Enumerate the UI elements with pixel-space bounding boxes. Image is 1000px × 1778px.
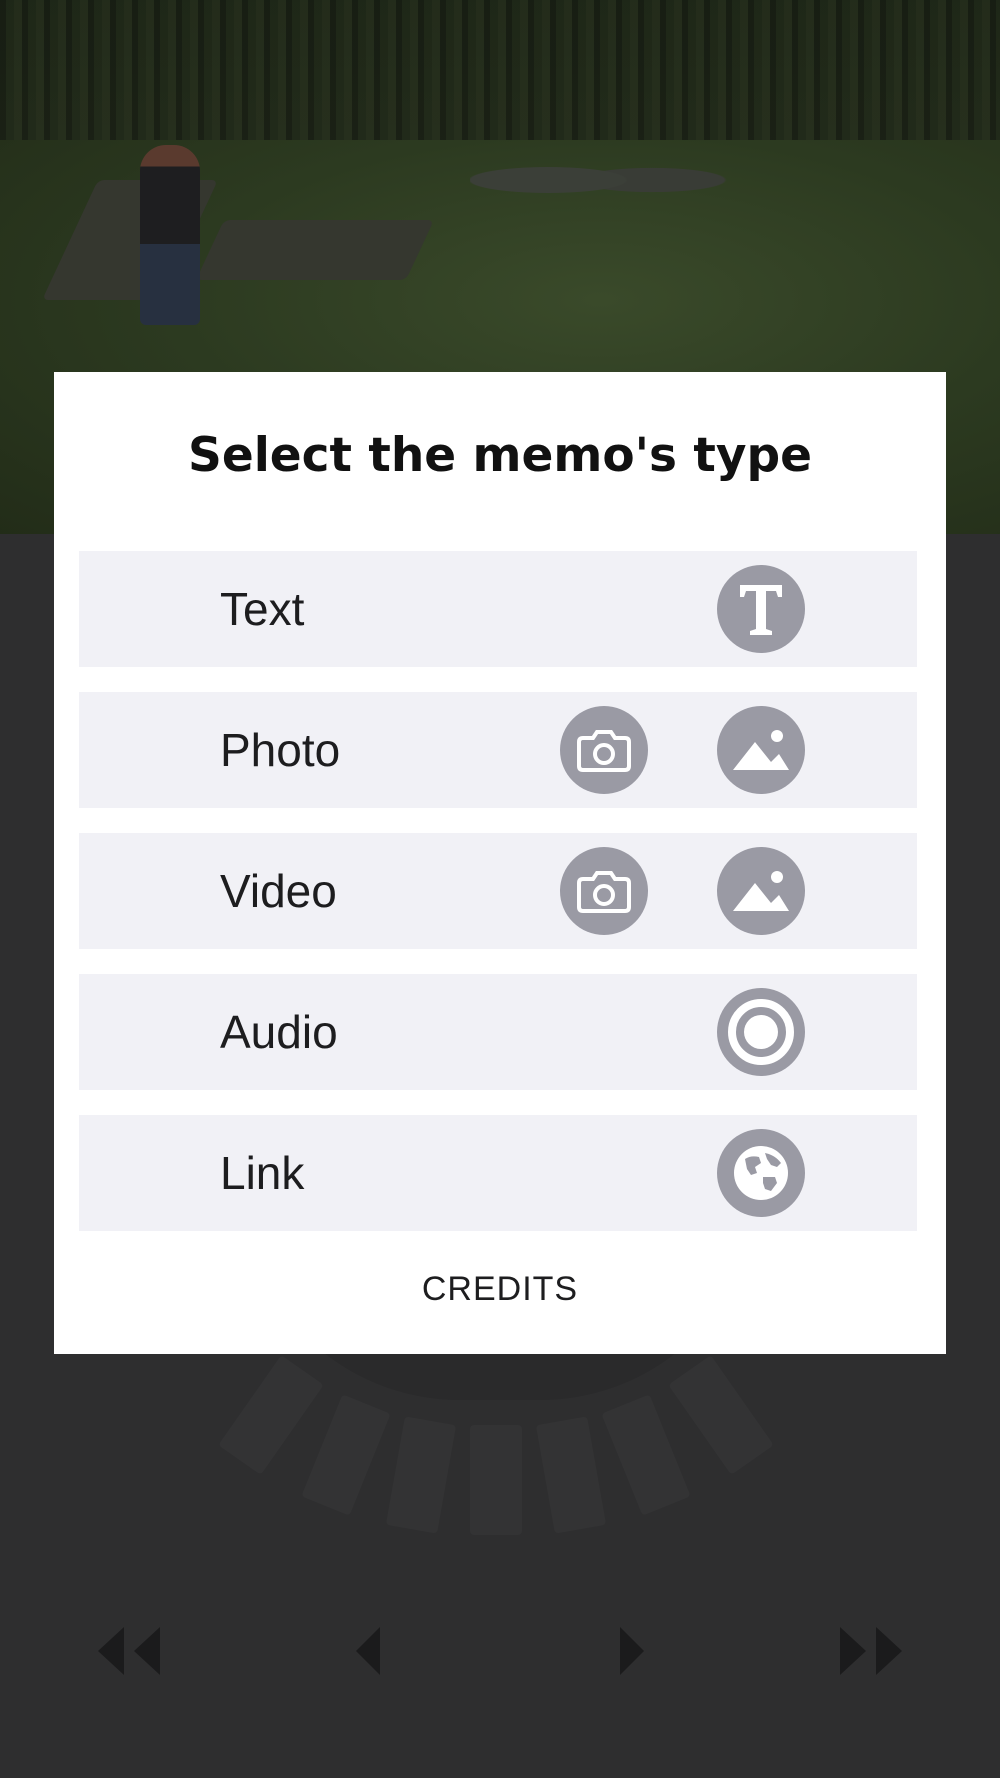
next-icon: [620, 1627, 644, 1675]
video-camera-button[interactable]: [560, 847, 648, 935]
next-button[interactable]: [616, 1625, 646, 1677]
link-button[interactable]: [717, 1129, 805, 1217]
option-label: Link: [220, 1147, 305, 1199]
globe-icon: [734, 1146, 788, 1200]
fast-forward-button[interactable]: [836, 1625, 906, 1677]
dialog-title: Select the memo's type: [187, 428, 813, 483]
wheel-tick: [668, 1355, 774, 1475]
rewind-icon: [98, 1627, 160, 1675]
option-label: Audio: [220, 1006, 338, 1058]
wheel-tick: [535, 1416, 607, 1534]
option-link[interactable]: Link: [79, 1115, 917, 1231]
previous-icon: [356, 1627, 380, 1675]
photo-lounge-chair: [196, 220, 434, 280]
photo-gallery-button[interactable]: [717, 706, 805, 794]
gallery-icon: [733, 730, 789, 770]
camera-icon: [577, 871, 631, 913]
video-gallery-button[interactable]: [717, 847, 805, 935]
credits-button[interactable]: CREDITS: [54, 1270, 946, 1309]
text-button[interactable]: [717, 565, 805, 653]
photo-person: [140, 145, 200, 325]
option-label: Video: [220, 865, 337, 917]
option-audio[interactable]: Audio: [79, 974, 917, 1090]
wheel-tick: [601, 1394, 691, 1516]
wheel-tick: [218, 1355, 324, 1475]
option-video[interactable]: Video: [79, 833, 917, 949]
fast-forward-icon: [840, 1627, 902, 1675]
text-icon: [740, 585, 782, 635]
photo-treeline: [0, 0, 1000, 150]
gallery-icon: [733, 871, 789, 911]
previous-button[interactable]: [354, 1625, 384, 1677]
audio-record-button[interactable]: [717, 988, 805, 1076]
option-photo[interactable]: Photo: [79, 692, 917, 808]
option-text[interactable]: Text: [79, 551, 917, 667]
option-label: Text: [220, 583, 305, 635]
wheel-tick: [301, 1394, 391, 1516]
record-icon: [728, 999, 794, 1065]
photo-camera-button[interactable]: [560, 706, 648, 794]
rewind-button[interactable]: [94, 1625, 164, 1677]
photo-rocks: [470, 150, 730, 210]
wheel-tick: [470, 1425, 522, 1535]
camera-icon: [577, 730, 631, 772]
memo-type-dialog: Select the memo's type Text Photo Video: [54, 372, 946, 1354]
option-label: Photo: [220, 724, 341, 776]
wheel-tick: [385, 1416, 457, 1534]
